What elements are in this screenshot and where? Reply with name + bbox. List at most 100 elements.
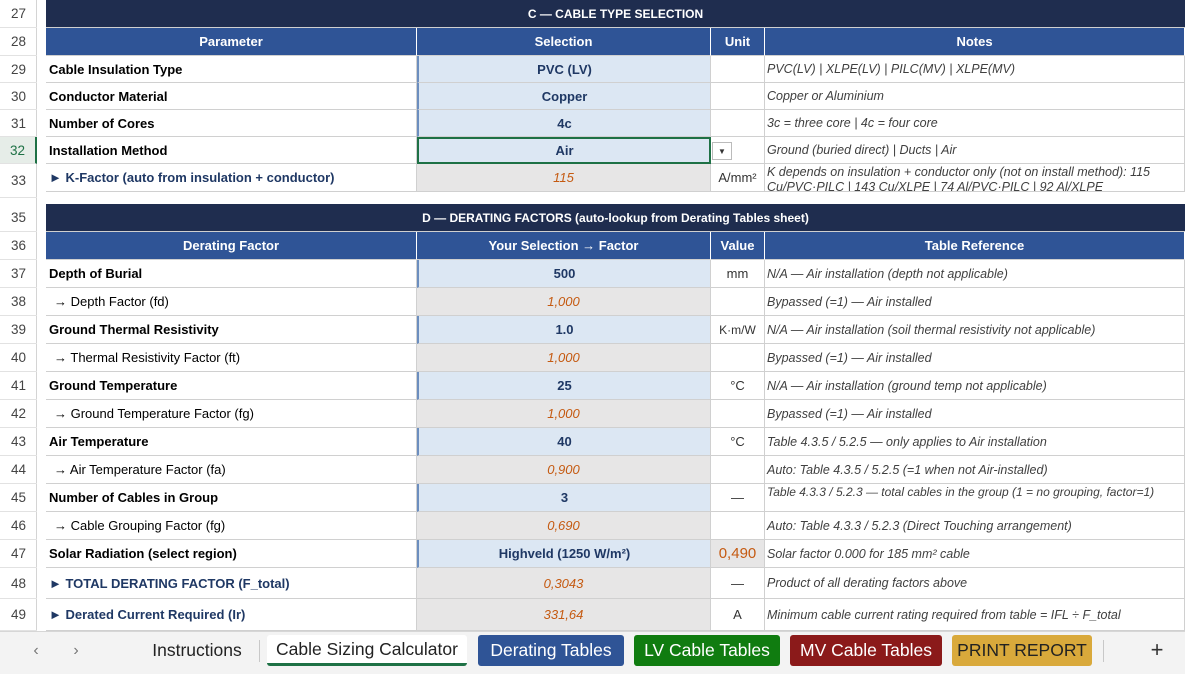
reference-cell[interactable]: Bypassed (=1) — Air installed xyxy=(765,400,1185,428)
tab-cable-sizing-calculator[interactable]: Cable Sizing Calculator xyxy=(267,635,467,666)
unit-cell[interactable] xyxy=(711,512,765,540)
row-number[interactable]: 47 xyxy=(0,540,37,568)
factor-value[interactable]: 1,000 xyxy=(417,288,711,316)
parameter-label[interactable]: Number of Cables in Group xyxy=(46,484,417,512)
unit-cell[interactable] xyxy=(711,400,765,428)
row-number[interactable]: 31 xyxy=(0,110,37,137)
row-number[interactable]: 38 xyxy=(0,288,37,316)
unit-cell[interactable]: — xyxy=(711,568,765,599)
row-number[interactable]: 40 xyxy=(0,344,37,372)
k-factor-value[interactable]: 115 xyxy=(417,164,711,192)
solar-region-select[interactable]: Highveld (1250 W/m²) xyxy=(417,540,711,568)
reference-cell[interactable]: Bypassed (=1) — Air installed xyxy=(765,288,1185,316)
unit-cell[interactable] xyxy=(711,456,765,484)
selection-cell[interactable]: Copper xyxy=(417,83,711,110)
parameter-label[interactable]: Number of Cores xyxy=(46,110,417,137)
parameter-label[interactable]: Solar Radiation (select region) xyxy=(46,540,417,568)
reference-cell[interactable]: Product of all derating factors above xyxy=(765,568,1185,599)
parameter-label[interactable]: Conductor Material xyxy=(46,83,417,110)
input-cell[interactable]: 1.0 xyxy=(417,316,711,344)
parameter-label[interactable]: Depth of Burial xyxy=(46,260,417,288)
reference-cell[interactable]: Bypassed (=1) — Air installed xyxy=(765,344,1185,372)
add-sheet-icon[interactable]: + xyxy=(1145,637,1169,662)
reference-cell[interactable]: N/A — Air installation (soil thermal res… xyxy=(765,316,1185,344)
reference-cell[interactable]: Table 4.3.3 / 5.2.3 — total cables in th… xyxy=(765,484,1185,512)
reference-cell[interactable]: N/A — Air installation (ground temp not … xyxy=(765,372,1185,400)
factor-label[interactable]: → Thermal Resistivity Factor (ft) xyxy=(46,344,417,372)
selection-cell[interactable]: 4c xyxy=(417,110,711,137)
row-number-active[interactable]: 32 xyxy=(0,137,37,164)
row-number[interactable]: 39 xyxy=(0,316,37,344)
reference-cell[interactable]: Minimum cable current rating required fr… xyxy=(765,599,1185,631)
unit-cell[interactable]: °C xyxy=(711,428,765,456)
row-number[interactable]: 41 xyxy=(0,372,37,400)
chevron-right-icon[interactable]: › xyxy=(65,640,87,662)
total-derating-value[interactable]: 0,3043 xyxy=(417,568,711,599)
notes-cell[interactable]: PVC(LV) | XLPE(LV) | PILC(MV) | XLPE(MV) xyxy=(765,56,1185,83)
notes-cell[interactable]: 3c = three core | 4c = four core xyxy=(765,110,1185,137)
tab-mv-cable-tables[interactable]: MV Cable Tables xyxy=(790,635,942,666)
row-number[interactable]: 37 xyxy=(0,260,37,288)
input-cell[interactable]: 500 xyxy=(417,260,711,288)
tab-print-report[interactable]: PRINT REPORT xyxy=(952,635,1092,666)
reference-cell[interactable]: Table 4.3.5 / 5.2.5 — only applies to Ai… xyxy=(765,428,1185,456)
chevron-left-icon[interactable]: ‹ xyxy=(25,640,47,662)
row-number[interactable]: 35 xyxy=(0,204,37,232)
row-number[interactable]: 42 xyxy=(0,400,37,428)
unit-cell[interactable] xyxy=(711,288,765,316)
input-cell[interactable]: 25 xyxy=(417,372,711,400)
unit-cell[interactable]: — xyxy=(711,484,765,512)
factor-value[interactable]: 0,900 xyxy=(417,456,711,484)
row-number[interactable]: 46 xyxy=(0,512,37,540)
unit-cell[interactable]: mm xyxy=(711,260,765,288)
row-number[interactable]: 48 xyxy=(0,568,37,599)
unit-cell[interactable] xyxy=(711,56,765,83)
unit-cell[interactable]: A/mm² xyxy=(711,164,765,192)
input-cell[interactable]: 3 xyxy=(417,484,711,512)
reference-cell[interactable]: Solar factor 0.000 for 185 mm² cable xyxy=(765,540,1185,568)
reference-cell[interactable]: Auto: Table 4.3.3 / 5.2.3 (Direct Touchi… xyxy=(765,512,1185,540)
notes-cell[interactable]: Ground (buried direct) | Ducts | Air xyxy=(765,137,1185,164)
factor-label[interactable]: → Air Temperature Factor (fa) xyxy=(46,456,417,484)
reference-cell[interactable]: Auto: Table 4.3.5 / 5.2.5 (=1 when not A… xyxy=(765,456,1185,484)
row-number[interactable]: 36 xyxy=(0,232,37,260)
factor-value[interactable]: 1,000 xyxy=(417,400,711,428)
row-number[interactable]: 29 xyxy=(0,56,37,83)
row-number[interactable]: 27 xyxy=(0,0,37,28)
row-number[interactable]: 33 xyxy=(0,164,37,198)
row-number[interactable]: 30 xyxy=(0,83,37,110)
unit-cell[interactable]: ▼ xyxy=(711,137,765,164)
input-cell[interactable]: 40 xyxy=(417,428,711,456)
tab-derating-tables[interactable]: Derating Tables xyxy=(478,635,624,666)
chevron-down-icon[interactable]: ▼ xyxy=(712,142,732,160)
notes-cell[interactable]: Copper or Aluminium xyxy=(765,83,1185,110)
unit-cell[interactable] xyxy=(711,83,765,110)
parameter-label[interactable]: Ground Thermal Resistivity xyxy=(46,316,417,344)
factor-label[interactable]: → Depth Factor (fd) xyxy=(46,288,417,316)
factor-value[interactable]: 0,690 xyxy=(417,512,711,540)
derated-current-label[interactable]: ► Derated Current Required (Ir) xyxy=(46,599,417,631)
row-number[interactable]: 43 xyxy=(0,428,37,456)
row-number[interactable]: 28 xyxy=(0,28,37,56)
parameter-label[interactable]: Air Temperature xyxy=(46,428,417,456)
derated-current-value[interactable]: 331,64 xyxy=(417,599,711,631)
tab-instructions[interactable]: Instructions xyxy=(146,635,248,666)
unit-cell[interactable]: K·m/W xyxy=(711,316,765,344)
unit-cell[interactable]: A xyxy=(711,599,765,631)
solar-factor-value[interactable]: 0,490 xyxy=(711,540,765,568)
parameter-label[interactable]: Ground Temperature xyxy=(46,372,417,400)
factor-label[interactable]: → Ground Temperature Factor (fg) xyxy=(46,400,417,428)
factor-label[interactable]: → Cable Grouping Factor (fg) xyxy=(46,512,417,540)
factor-value[interactable]: 1,000 xyxy=(417,344,711,372)
tab-lv-cable-tables[interactable]: LV Cable Tables xyxy=(634,635,780,666)
total-derating-label[interactable]: ► TOTAL DERATING FACTOR (F_total) xyxy=(46,568,417,599)
parameter-label[interactable]: Installation Method xyxy=(46,137,417,164)
row-number[interactable]: 49 xyxy=(0,599,37,631)
row-number[interactable]: 44 xyxy=(0,456,37,484)
row-number[interactable]: 45 xyxy=(0,484,37,512)
unit-cell[interactable] xyxy=(711,110,765,137)
installation-method-select[interactable]: Air xyxy=(417,137,711,164)
unit-cell[interactable]: °C xyxy=(711,372,765,400)
k-factor-label[interactable]: ► K-Factor (auto from insulation + condu… xyxy=(46,164,417,192)
selection-cell[interactable]: PVC (LV) xyxy=(417,56,711,83)
